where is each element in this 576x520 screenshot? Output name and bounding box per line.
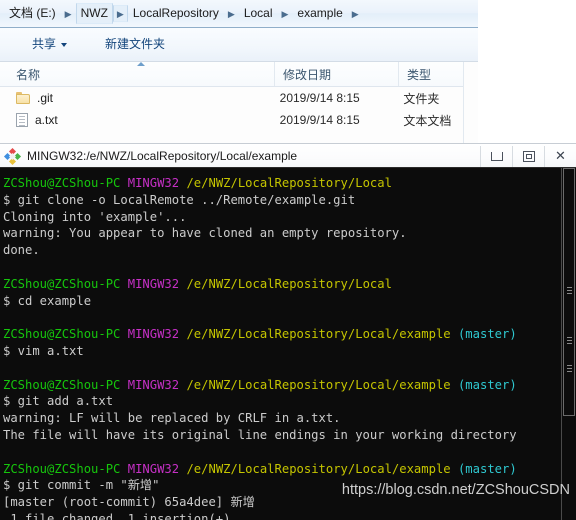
breadcrumb-item-3[interactable]: Local (239, 3, 278, 24)
terminal-prompt-line: ZCShou@ZCShou-PC MINGW32 /e/NWZ/LocalRep… (3, 326, 562, 343)
breadcrumb-chevron-icon[interactable]: ▶ (348, 7, 363, 21)
terminal-output-line: The file will have its original line end… (3, 427, 517, 442)
terminal-title: MINGW32:/e/NWZ/LocalRepository/Local/exa… (27, 149, 298, 163)
file-name-label: a.txt (35, 113, 58, 127)
command-toolbar: 共享 新建文件夹 (0, 28, 478, 62)
terminal-scrollbar-thumb[interactable] (563, 168, 575, 416)
git-bash-icon (3, 147, 22, 165)
terminal-output-line: Cloning into 'example'... (3, 209, 187, 224)
terminal-prompt-line: ZCShou@ZCShou-PC MINGW32 /e/NWZ/LocalRep… (3, 175, 562, 192)
breadcrumb-chevron-icon[interactable]: ▶ (278, 7, 293, 21)
prompt-branch: (master) (457, 377, 517, 392)
terminal-prompt-line: ZCShou@ZCShou-PC MINGW32 /e/NWZ/LocalRep… (3, 276, 562, 293)
share-button-label: 共享 (32, 37, 57, 51)
new-folder-button[interactable]: 新建文件夹 (97, 33, 173, 56)
prompt-user-host: ZCShou@ZCShou-PC (3, 461, 121, 476)
column-header-name-label: 名称 (16, 68, 41, 82)
prompt-path: /e/NWZ/LocalRepository/Local (186, 276, 392, 291)
file-list: .git 2019/9/14 8:15 文件夹 a.txt 2019/9/14 8:15… (0, 87, 478, 143)
restore-icon (522, 151, 535, 162)
terminal-prompt-line: ZCShou@ZCShou-PC MINGW32 /e/NWZ/LocalRep… (3, 377, 562, 394)
column-header-row: 名称 修改日期 类型 (0, 62, 478, 87)
prompt-shell: MINGW32 (127, 377, 180, 392)
breadcrumb-chevron-icon[interactable]: ▶ (61, 7, 76, 21)
breadcrumb: 文档 (E:) ▶ NWZ ▶ LocalRepository ▶ Local ▶ exampl… (0, 2, 363, 25)
prompt-branch: (master) (457, 327, 517, 342)
prompt-path: /e/NWZ/LocalRepository/Local/example (186, 377, 451, 392)
restore-button[interactable] (512, 146, 544, 167)
terminal-scrollbar[interactable] (561, 168, 576, 520)
file-list-right-gutter (463, 62, 478, 143)
window-controls: ✕ (480, 146, 576, 167)
file-row[interactable]: a.txt 2019/9/14 8:15 文本文档 (0, 109, 478, 131)
new-folder-button-label: 新建文件夹 (105, 37, 166, 51)
file-date-cell: 2019/9/14 8:15 (279, 91, 360, 105)
git-bash-window: MINGW32:/e/NWZ/LocalRepository/Local/exa… (0, 143, 576, 520)
breadcrumb-item-1[interactable]: NWZ (75, 3, 113, 24)
prompt-user-host: ZCShou@ZCShou-PC (3, 377, 121, 392)
chevron-down-icon (61, 42, 68, 47)
prompt-user-host: ZCShou@ZCShou-PC (3, 276, 121, 291)
prompt-shell: MINGW32 (127, 461, 180, 476)
breadcrumb-item-2[interactable]: LocalRepository (128, 3, 224, 24)
file-name-label: .git (37, 91, 54, 105)
terminal-command-line: $ git clone -o LocalRemote ../Remote/exa… (3, 192, 356, 207)
close-button[interactable]: ✕ (544, 146, 576, 167)
terminal-body[interactable]: ZCShou@ZCShou-PC MINGW32 /e/NWZ/LocalRep… (0, 167, 576, 520)
minimize-button[interactable] (480, 146, 512, 167)
watermark-text: https://blog.csdn.net/ZCShouCSDN (341, 482, 570, 498)
breadcrumb-item-0[interactable]: 文档 (E:) (4, 3, 61, 24)
file-row[interactable]: .git 2019/9/14 8:15 文件夹 (0, 87, 478, 109)
share-button[interactable]: 共享 (24, 33, 75, 56)
prompt-branch: (master) (457, 461, 517, 476)
column-header-date-label: 修改日期 (283, 68, 332, 82)
prompt-path: /e/NWZ/LocalRepository/Local (186, 176, 392, 190)
terminal-command-line: $ git add a.txt (3, 394, 114, 409)
terminal-output: ZCShou@ZCShou-PC MINGW32 /e/NWZ/LocalRep… (0, 168, 562, 520)
folder-icon (16, 92, 30, 104)
file-explorer-window: 文档 (E:) ▶ NWZ ▶ LocalRepository ▶ Local ▶ exampl… (0, 0, 478, 143)
breadcrumb-chevron-icon[interactable]: ▶ (224, 7, 239, 21)
file-name-cell: a.txt (0, 113, 272, 127)
prompt-shell: MINGW32 (127, 327, 180, 342)
terminal-output-line: done. (3, 243, 40, 258)
terminal-titlebar[interactable]: MINGW32:/e/NWZ/LocalRepository/Local/exa… (0, 143, 576, 168)
breadcrumb-chevron-icon[interactable]: ▶ (112, 5, 128, 22)
prompt-user-host: ZCShou@ZCShou-PC (3, 176, 121, 190)
minimize-icon (490, 152, 503, 161)
terminal-command-line: $ vim a.txt (3, 343, 84, 358)
prompt-shell: MINGW32 (127, 276, 180, 291)
terminal-output-line: warning: LF will be replaced by CRLF in … (3, 411, 341, 426)
file-date-cell: 2019/9/14 8:15 (279, 113, 360, 127)
column-header-type-label: 类型 (407, 68, 432, 82)
breadcrumb-item-4[interactable]: example (292, 3, 347, 24)
column-header-name[interactable]: 名称 (0, 62, 274, 86)
terminal-prompt-line: ZCShou@ZCShou-PC MINGW32 /e/NWZ/LocalRep… (3, 461, 562, 478)
address-bar[interactable]: 文档 (E:) ▶ NWZ ▶ LocalRepository ▶ Local ▶ exampl… (0, 0, 478, 28)
prompt-user-host: ZCShou@ZCShou-PC (3, 327, 121, 342)
prompt-path: /e/NWZ/LocalRepository/Local/example (186, 461, 451, 476)
terminal-output-line: warning: You appear to have cloned an em… (3, 226, 407, 241)
sort-ascending-icon (137, 62, 145, 66)
prompt-shell: MINGW32 (127, 176, 180, 190)
prompt-path: /e/NWZ/LocalRepository/Local/example (186, 327, 451, 342)
terminal-command-line: $ cd example (3, 293, 92, 308)
text-file-icon (16, 113, 28, 127)
close-icon: ✕ (555, 149, 566, 164)
column-header-date[interactable]: 修改日期 (274, 62, 398, 86)
file-name-cell: .git (0, 91, 272, 105)
